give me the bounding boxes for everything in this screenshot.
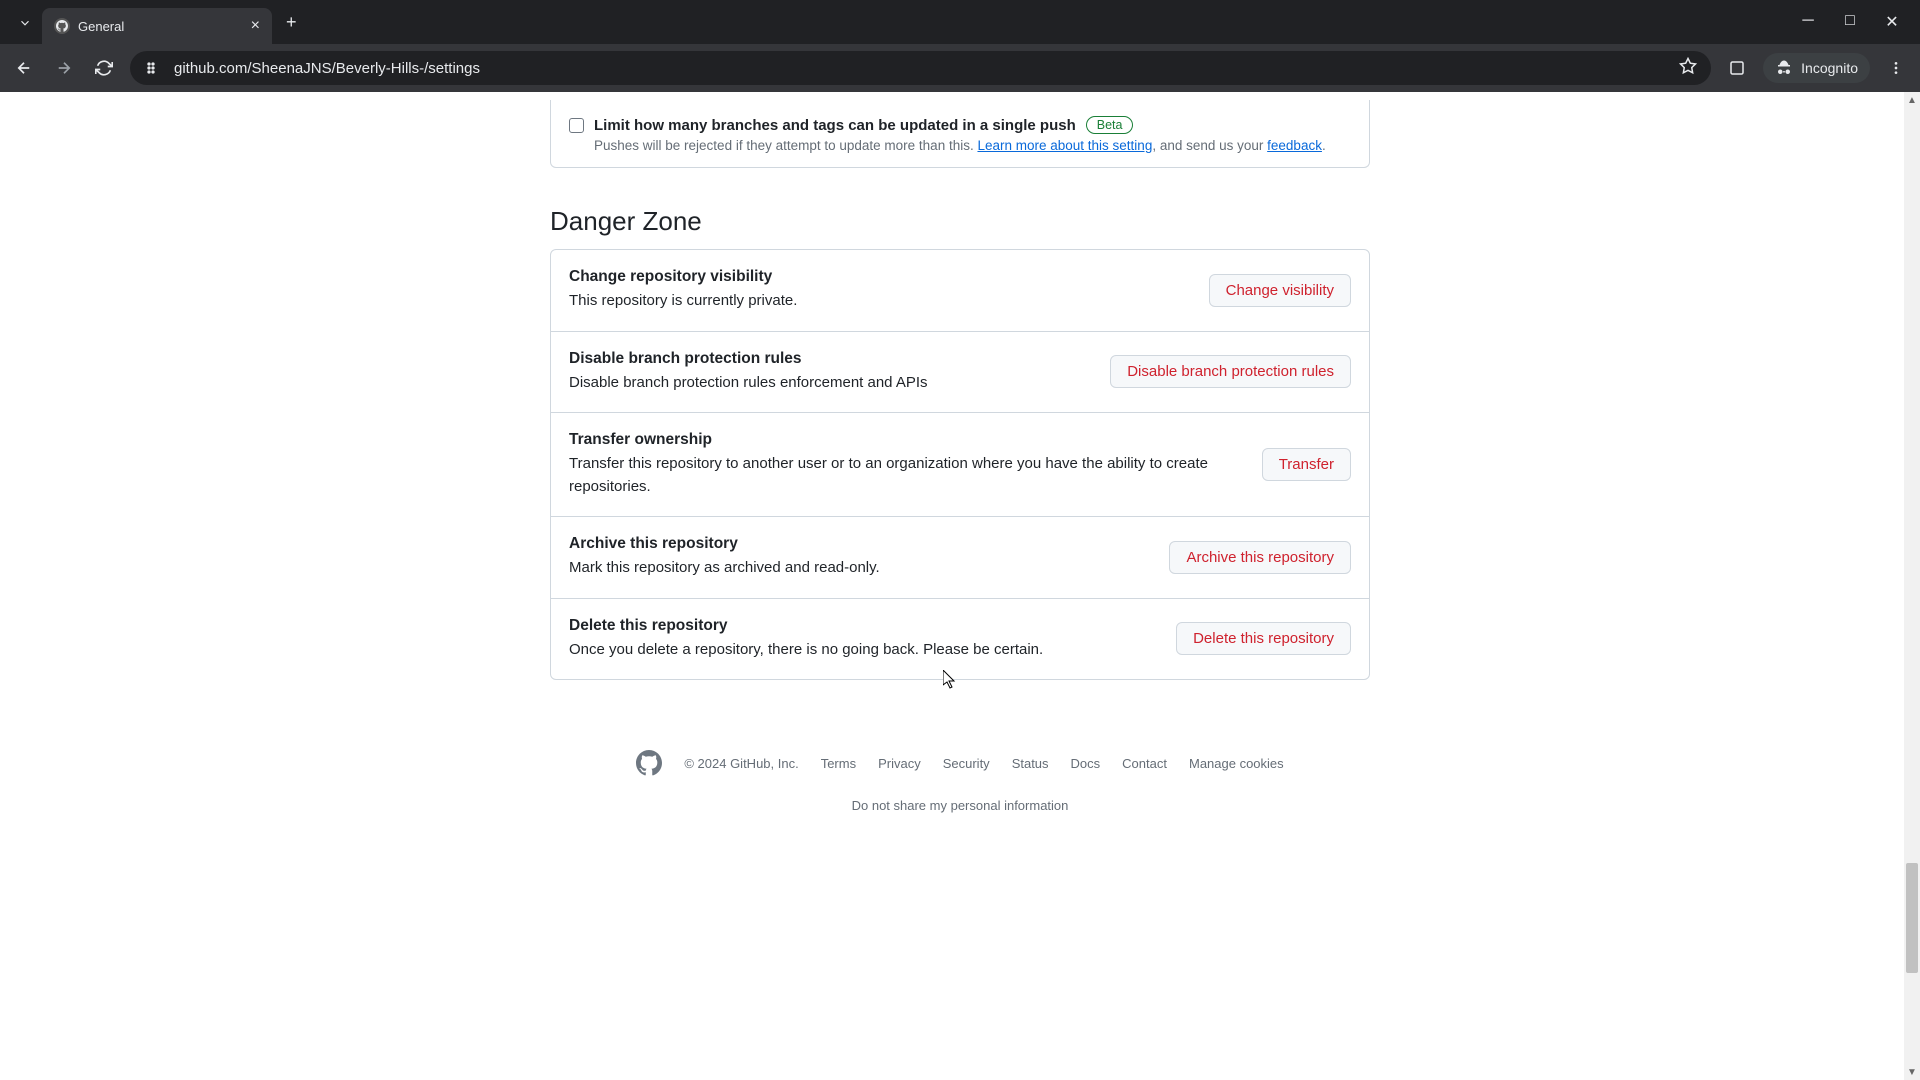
- footer-link-security[interactable]: Security: [943, 756, 990, 771]
- danger-title: Archive this repository: [569, 535, 1149, 553]
- push-limit-label: Limit how many branches and tags can be …: [594, 117, 1076, 134]
- page-footer: © 2024 GitHub, Inc. Terms Privacy Securi…: [550, 750, 1370, 813]
- danger-title: Transfer ownership: [569, 431, 1242, 449]
- github-logo-icon: [636, 750, 662, 776]
- tab-title: General: [78, 19, 124, 34]
- push-limit-description: Pushes will be rejected if they attempt …: [594, 138, 1351, 153]
- danger-title: Delete this repository: [569, 617, 1156, 635]
- danger-title: Disable branch protection rules: [569, 350, 1090, 368]
- browser-toolbar: github.com/SheenaJNS/Beverly-Hills-/sett…: [0, 44, 1920, 92]
- footer-copyright: © 2024 GitHub, Inc.: [684, 756, 798, 771]
- danger-desc: This repository is currently private.: [569, 290, 1189, 313]
- browser-menu-icon[interactable]: [1882, 54, 1910, 82]
- beta-badge: Beta: [1086, 116, 1134, 134]
- push-limit-checkbox[interactable]: [569, 118, 584, 133]
- back-button[interactable]: [10, 54, 38, 82]
- delete-repository-button[interactable]: Delete this repository: [1176, 622, 1351, 655]
- danger-item-visibility: Change repository visibility This reposi…: [551, 250, 1369, 331]
- danger-desc: Transfer this repository to another user…: [569, 453, 1242, 498]
- push-limit-setting: Limit how many branches and tags can be …: [550, 100, 1370, 168]
- tab-strip: General × + ─ □ ✕: [0, 0, 1920, 44]
- maximize-button[interactable]: □: [1840, 12, 1860, 32]
- extensions-icon[interactable]: [1723, 54, 1751, 82]
- footer-link-docs[interactable]: Docs: [1071, 756, 1101, 771]
- close-window-button[interactable]: ✕: [1882, 12, 1902, 32]
- forward-button[interactable]: [50, 54, 78, 82]
- incognito-label: Incognito: [1801, 60, 1858, 76]
- tab-search-button[interactable]: [8, 6, 42, 40]
- incognito-indicator[interactable]: Incognito: [1763, 53, 1870, 83]
- footer-link-status[interactable]: Status: [1012, 756, 1049, 771]
- github-favicon: [54, 18, 70, 34]
- scroll-thumb[interactable]: [1906, 863, 1918, 973]
- danger-desc: Once you delete a repository, there is n…: [569, 639, 1156, 662]
- danger-item-archive: Archive this repository Mark this reposi…: [551, 516, 1369, 598]
- footer-link-cookies[interactable]: Manage cookies: [1189, 756, 1284, 771]
- danger-title: Change repository visibility: [569, 268, 1189, 286]
- vertical-scrollbar[interactable]: ▲ ▼: [1904, 92, 1920, 1080]
- change-visibility-button[interactable]: Change visibility: [1209, 274, 1351, 307]
- danger-item-transfer: Transfer ownership Transfer this reposit…: [551, 412, 1369, 516]
- new-tab-button[interactable]: +: [272, 12, 311, 33]
- footer-link-do-not-share[interactable]: Do not share my personal information: [852, 798, 1069, 813]
- browser-tab[interactable]: General ×: [42, 8, 272, 44]
- scroll-up-icon[interactable]: ▲: [1904, 92, 1920, 108]
- footer-link-terms[interactable]: Terms: [821, 756, 856, 771]
- danger-desc: Mark this repository as archived and rea…: [569, 557, 1149, 580]
- archive-repository-button[interactable]: Archive this repository: [1169, 541, 1351, 574]
- url-text: github.com/SheenaJNS/Beverly-Hills-/sett…: [174, 60, 480, 77]
- transfer-button[interactable]: Transfer: [1262, 448, 1351, 481]
- disable-branch-protection-button[interactable]: Disable branch protection rules: [1110, 355, 1351, 388]
- footer-link-privacy[interactable]: Privacy: [878, 756, 921, 771]
- danger-zone-heading: Danger Zone: [550, 206, 1370, 237]
- site-info-icon[interactable]: [144, 59, 162, 77]
- danger-item-delete: Delete this repository Once you delete a…: [551, 598, 1369, 680]
- scroll-down-icon[interactable]: ▼: [1904, 1064, 1920, 1080]
- page-viewport: Limit how many branches and tags can be …: [0, 92, 1920, 1080]
- close-tab-icon[interactable]: ×: [251, 18, 260, 34]
- danger-zone-box: Change repository visibility This reposi…: [550, 249, 1370, 680]
- footer-link-contact[interactable]: Contact: [1122, 756, 1167, 771]
- danger-desc: Disable branch protection rules enforcem…: [569, 372, 1090, 395]
- danger-item-branch-protection: Disable branch protection rules Disable …: [551, 331, 1369, 413]
- feedback-link[interactable]: feedback: [1267, 138, 1322, 153]
- window-controls: ─ □ ✕: [1780, 12, 1920, 32]
- learn-more-link[interactable]: Learn more about this setting: [977, 138, 1152, 153]
- minimize-button[interactable]: ─: [1798, 12, 1818, 32]
- bookmark-star-icon[interactable]: [1679, 57, 1697, 79]
- address-bar[interactable]: github.com/SheenaJNS/Beverly-Hills-/sett…: [130, 51, 1711, 85]
- reload-button[interactable]: [90, 54, 118, 82]
